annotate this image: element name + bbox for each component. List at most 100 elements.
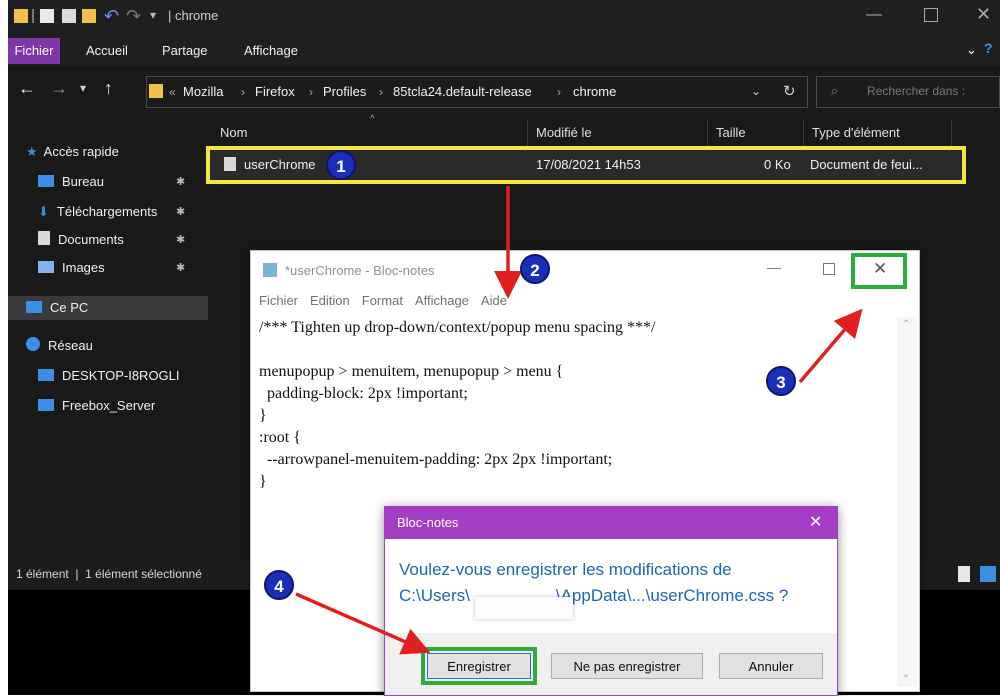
ribbon-tab-file[interactable]: Fichier xyxy=(8,38,60,64)
title-bar: ↶ ↷ ▾ | chrome — ✕ xyxy=(8,0,1000,34)
sidebar-this-pc[interactable]: Ce PC xyxy=(8,296,208,320)
dialog-close-icon[interactable]: ✕ xyxy=(809,512,822,532)
search-box[interactable]: ⌕ Rechercher dans : xyxy=(816,76,1000,108)
vertical-scrollbar[interactable]: ⌃ ⌄ xyxy=(897,317,917,687)
breadcrumb-profile-folder[interactable]: 85tcla24.default-release xyxy=(393,77,532,107)
file-row-userchrome[interactable]: userChrome 17/08/2021 14h53 0 Ko Documen… xyxy=(206,146,966,184)
dialog-title-bar: Bloc-notes ✕ xyxy=(385,507,837,539)
minimize-icon[interactable]: — xyxy=(866,6,882,24)
notepad-close-icon[interactable]: ✕ xyxy=(873,259,887,279)
save-dialog: Bloc-notes ✕ Voulez-vous enregistrer les… xyxy=(384,506,838,696)
notepad-editor[interactable]: /*** Tighten up drop-down/context/popup … xyxy=(259,317,879,493)
sidebar-item-documents[interactable]: Documents ✱ xyxy=(38,228,185,252)
sidebar-network-desktop[interactable]: DESKTOP-I8ROGLI xyxy=(38,364,180,388)
search-icon: ⌕ xyxy=(831,83,839,98)
folder-icon xyxy=(14,9,28,23)
file-name: userChrome xyxy=(244,157,316,172)
menu-view[interactable]: Affichage xyxy=(415,293,469,308)
minimize-icon[interactable]: — xyxy=(767,259,781,275)
breadcrumb-separator[interactable]: › xyxy=(557,77,561,107)
step-badge-1: 1 xyxy=(326,150,356,180)
properties-icon[interactable] xyxy=(40,9,54,23)
close-icon[interactable]: ✕ xyxy=(976,4,991,25)
images-icon xyxy=(38,261,54,273)
file-size: 0 Ko xyxy=(764,157,791,172)
menu-format[interactable]: Format xyxy=(362,293,403,308)
ribbon-tab-share[interactable]: Partage xyxy=(162,38,208,64)
breadcrumb-separator[interactable]: › xyxy=(309,77,313,107)
breadcrumb-mozilla[interactable]: Mozilla xyxy=(183,77,223,107)
dialog-message-line1: Voulez-vous enregistrer les modification… xyxy=(399,560,732,579)
up-icon[interactable]: ↑ xyxy=(104,78,113,99)
new-folder-icon[interactable] xyxy=(62,9,76,23)
step-badge-2: 2 xyxy=(520,254,550,284)
folder-yellow-icon[interactable] xyxy=(82,9,96,23)
dont-save-button[interactable]: Ne pas enregistrer xyxy=(551,653,703,679)
redo-icon[interactable]: ↷ xyxy=(126,6,141,27)
customize-dropdown-icon[interactable]: ▾ xyxy=(150,8,156,22)
maximize-icon[interactable] xyxy=(823,263,835,275)
desktop-icon xyxy=(38,175,54,187)
window-title: chrome xyxy=(175,8,219,23)
sidebar-item-downloads[interactable]: ⬇ Téléchargements ✱ xyxy=(38,200,185,224)
forward-icon[interactable]: → xyxy=(50,78,68,99)
scroll-down-icon[interactable]: ⌄ xyxy=(902,669,910,680)
maximize-icon[interactable] xyxy=(924,8,938,22)
sidebar-network-freebox[interactable]: Freebox_Server xyxy=(38,394,155,418)
redaction-box xyxy=(475,597,573,619)
pin-icon: ✱ xyxy=(176,262,186,274)
sidebar-network[interactable]: Réseau xyxy=(26,334,93,358)
file-modified: 17/08/2021 14h53 xyxy=(536,157,641,172)
status-item-count: 1 élément xyxy=(16,567,69,581)
notepad-title: *userChrome - Bloc-notes xyxy=(285,263,435,278)
notepad-icon xyxy=(263,263,277,277)
tiles-view-icon[interactable] xyxy=(980,566,996,582)
search-placeholder: Rechercher dans : xyxy=(867,84,966,98)
details-view-icon[interactable] xyxy=(958,566,970,582)
computer-icon xyxy=(26,301,42,313)
css-file-icon xyxy=(224,157,236,171)
sort-ascending-icon: ^ xyxy=(370,114,375,125)
documents-icon xyxy=(38,231,50,245)
cancel-button[interactable]: Annuler xyxy=(719,653,823,679)
computer-icon xyxy=(38,369,54,381)
computer-icon xyxy=(38,399,54,411)
step-badge-3: 3 xyxy=(766,366,796,396)
scroll-up-icon[interactable]: ⌃ xyxy=(902,319,910,330)
sidebar-item-images[interactable]: Images ✱ xyxy=(38,256,185,280)
save-button[interactable]: Enregistrer xyxy=(427,653,531,679)
ribbon-bar xyxy=(8,34,1000,66)
ribbon-expand-icon[interactable]: ⌄ xyxy=(966,42,977,58)
notepad-menu-bar: Fichier Edition Format Affichage Aide xyxy=(259,293,519,308)
breadcrumb-separator[interactable]: › xyxy=(379,77,383,107)
pin-icon: ✱ xyxy=(176,176,186,188)
ribbon-tab-home[interactable]: Accueil xyxy=(86,38,128,64)
folder-icon xyxy=(149,84,163,98)
column-type[interactable]: Type d'élément xyxy=(804,120,952,146)
dialog-path-end: \AppData\...\userChrome.css ? xyxy=(555,586,789,605)
menu-edit[interactable]: Edition xyxy=(310,293,350,308)
breadcrumb-separator[interactable]: › xyxy=(241,77,245,107)
ribbon-tab-view[interactable]: Affichage xyxy=(244,38,298,64)
recent-locations-icon[interactable]: ▾ xyxy=(80,81,86,95)
menu-help[interactable]: Aide xyxy=(481,293,507,308)
address-dropdown-icon[interactable]: ⌄ xyxy=(751,84,761,98)
menu-file[interactable]: Fichier xyxy=(259,293,298,308)
status-selected: 1 élément sélectionné xyxy=(85,567,202,581)
back-icon[interactable]: ← xyxy=(18,78,36,99)
dialog-path-start: C:\Users\ xyxy=(399,586,470,605)
column-modified[interactable]: Modifié le xyxy=(528,120,708,146)
breadcrumb-firefox[interactable]: Firefox xyxy=(255,77,295,107)
breadcrumb-profiles[interactable]: Profiles xyxy=(323,77,366,107)
sidebar-item-desktop[interactable]: Bureau ✱ xyxy=(38,170,185,194)
undo-icon[interactable]: ↶ xyxy=(104,6,119,27)
breadcrumb-separator: « xyxy=(169,85,176,99)
step-badge-4: 4 xyxy=(264,570,294,600)
address-bar[interactable]: « Mozilla › Firefox › Profiles › 85tcla2… xyxy=(146,76,808,108)
dialog-message: Voulez-vous enregistrer les modification… xyxy=(399,557,829,609)
breadcrumb-chrome[interactable]: chrome xyxy=(573,77,616,107)
refresh-icon[interactable]: ↻ xyxy=(783,82,796,100)
help-icon[interactable]: ? xyxy=(984,40,993,56)
column-size[interactable]: Taille xyxy=(708,120,804,146)
sidebar-quick-access[interactable]: ★ Accès rapide xyxy=(26,140,119,164)
